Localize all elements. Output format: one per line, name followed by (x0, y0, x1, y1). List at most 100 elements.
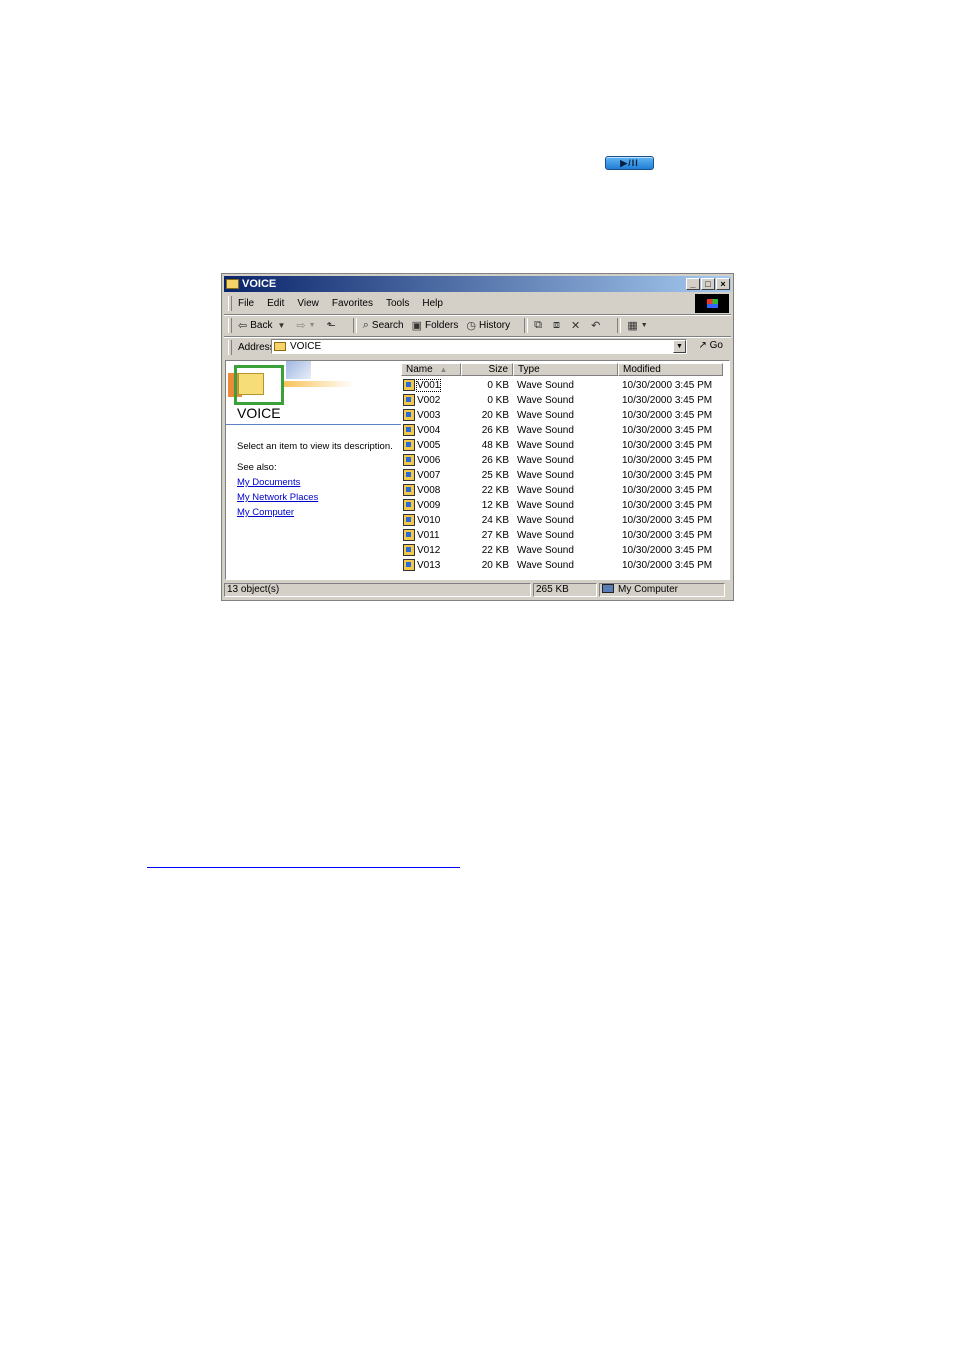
maximize-button[interactable]: □ (701, 278, 715, 290)
table-row[interactable]: V012 22 KB Wave Sound 10/30/2000 3:45 PM (401, 543, 729, 558)
file-name: V001 (415, 379, 442, 392)
menu-help[interactable]: Help (422, 298, 443, 309)
chevron-down-icon[interactable]: ▼ (641, 322, 648, 329)
column-header-modified[interactable]: Modified (618, 363, 723, 376)
toolbar-grip[interactable] (228, 318, 232, 333)
go-arrow-icon: ↗ (698, 340, 707, 351)
go-button[interactable]: ↗ Go (698, 340, 723, 351)
address-grip[interactable] (228, 339, 232, 355)
file-modified: 10/30/2000 3:45 PM (622, 395, 713, 406)
file-modified: 10/30/2000 3:45 PM (622, 425, 713, 436)
description-text: Select an item to view its description. (237, 441, 393, 452)
column-header-name[interactable]: Name ▲ (401, 363, 461, 376)
link-my-computer[interactable]: My Computer (237, 507, 294, 518)
file-type: Wave Sound (517, 380, 574, 391)
file-size: 22 KB (481, 545, 509, 556)
file-type: Wave Sound (517, 440, 574, 451)
table-row[interactable]: V005 48 KB Wave Sound 10/30/2000 3:45 PM (401, 438, 729, 453)
file-modified: 10/30/2000 3:45 PM (622, 530, 713, 541)
file-size: 22 KB (481, 485, 509, 496)
table-row[interactable]: V013 20 KB Wave Sound 10/30/2000 3:45 PM (401, 558, 729, 573)
menu-favorites[interactable]: Favorites (332, 298, 373, 309)
up-folder-button[interactable]: ⬑ (327, 319, 339, 332)
forward-button[interactable]: ⇨ ▼ (296, 319, 318, 332)
wave-sound-file-icon (403, 499, 415, 511)
history-button[interactable]: ◷ History (466, 319, 510, 332)
page-underline (147, 867, 460, 868)
copy-to-button[interactable]: ⧈ (553, 319, 563, 332)
table-row[interactable]: V004 26 KB Wave Sound 10/30/2000 3:45 PM (401, 423, 729, 438)
file-name: V002 (417, 395, 441, 406)
link-my-network-places[interactable]: My Network Places (237, 492, 318, 503)
table-row[interactable]: V010 24 KB Wave Sound 10/30/2000 3:45 PM (401, 513, 729, 528)
file-type: Wave Sound (517, 530, 574, 541)
column-name-label: Name (406, 364, 433, 375)
table-row[interactable]: V011 27 KB Wave Sound 10/30/2000 3:45 PM (401, 528, 729, 543)
file-modified: 10/30/2000 3:45 PM (622, 485, 713, 496)
search-icon: ⌕ (362, 319, 369, 331)
wave-sound-file-icon (403, 379, 415, 391)
table-row[interactable]: V008 22 KB Wave Sound 10/30/2000 3:45 PM (401, 483, 729, 498)
file-type: Wave Sound (517, 470, 574, 481)
file-modified: 10/30/2000 3:45 PM (622, 545, 713, 556)
status-location: My Computer (599, 583, 725, 597)
column-header-type[interactable]: Type (513, 363, 618, 376)
address-label: Address (238, 341, 275, 353)
chevron-down-icon[interactable]: ▼ (277, 321, 285, 330)
file-size: 27 KB (481, 530, 509, 541)
explorer-window: VOICE _ □ × File Edit View Favorites Too… (221, 273, 734, 601)
file-size: 24 KB (481, 515, 509, 526)
file-type: Wave Sound (517, 560, 574, 571)
go-label: Go (709, 340, 723, 351)
table-row[interactable]: V007 25 KB Wave Sound 10/30/2000 3:45 PM (401, 468, 729, 483)
table-row[interactable]: V006 26 KB Wave Sound 10/30/2000 3:45 PM (401, 453, 729, 468)
address-input[interactable]: VOICE ▼ (271, 339, 687, 354)
move-to-button[interactable]: ⧉ (534, 319, 545, 332)
wave-sound-file-icon (403, 409, 415, 421)
address-dropdown-button[interactable]: ▼ (673, 340, 686, 353)
folders-label: Folders (425, 320, 459, 331)
file-list: Name ▲ Size Type Modified V001 0 KB Wave S… (401, 361, 729, 579)
menu-file[interactable]: File (238, 298, 254, 309)
delete-button[interactable]: ✕ (571, 319, 583, 332)
menu-view[interactable]: View (297, 298, 319, 309)
file-name: V003 (417, 410, 441, 421)
window-title: VOICE (242, 278, 277, 290)
folders-button[interactable]: ▣ Folders (412, 319, 459, 332)
undo-button[interactable]: ↶ (591, 319, 603, 332)
menu-edit[interactable]: Edit (267, 298, 284, 309)
file-type: Wave Sound (517, 410, 574, 421)
chevron-down-icon[interactable]: ▼ (309, 322, 316, 329)
views-button[interactable]: ▦ ▼ (627, 319, 650, 332)
file-size: 20 KB (481, 560, 509, 571)
link-my-documents[interactable]: My Documents (237, 477, 300, 488)
file-modified: 10/30/2000 3:45 PM (622, 455, 713, 466)
file-name: V006 (417, 455, 441, 466)
file-name: V005 (417, 440, 441, 451)
column-header-size[interactable]: Size (461, 363, 513, 376)
my-computer-icon (602, 584, 614, 593)
table-row[interactable]: V001 0 KB Wave Sound 10/30/2000 3:45 PM (401, 378, 729, 393)
table-row[interactable]: V009 12 KB Wave Sound 10/30/2000 3:45 PM (401, 498, 729, 513)
play-pause-button[interactable]: ▶/II (605, 156, 654, 170)
menu-tools[interactable]: Tools (386, 298, 409, 309)
back-button[interactable]: ⇦ Back ▼ (238, 319, 288, 332)
banner-decoration (286, 361, 311, 379)
file-type: Wave Sound (517, 395, 574, 406)
status-bar: 13 object(s) 265 KB My Computer (224, 583, 731, 599)
status-object-count: 13 object(s) (224, 583, 531, 597)
table-row[interactable]: V003 20 KB Wave Sound 10/30/2000 3:45 PM (401, 408, 729, 423)
minimize-button[interactable]: _ (686, 278, 700, 290)
copy-to-icon: ⧈ (552, 319, 560, 331)
file-type: Wave Sound (517, 515, 574, 526)
folder-icon (226, 279, 239, 289)
table-row[interactable]: V002 0 KB Wave Sound 10/30/2000 3:45 PM (401, 393, 729, 408)
title-bar[interactable]: VOICE _ □ × (224, 276, 731, 292)
menu-grip[interactable] (228, 296, 232, 311)
file-type: Wave Sound (517, 455, 574, 466)
close-button[interactable]: × (716, 278, 730, 290)
file-modified: 10/30/2000 3:45 PM (622, 410, 713, 421)
menu-bar: File Edit View Favorites Tools Help (224, 294, 731, 313)
undo-icon: ↶ (591, 320, 601, 332)
search-button[interactable]: ⌕ Search (363, 319, 404, 332)
